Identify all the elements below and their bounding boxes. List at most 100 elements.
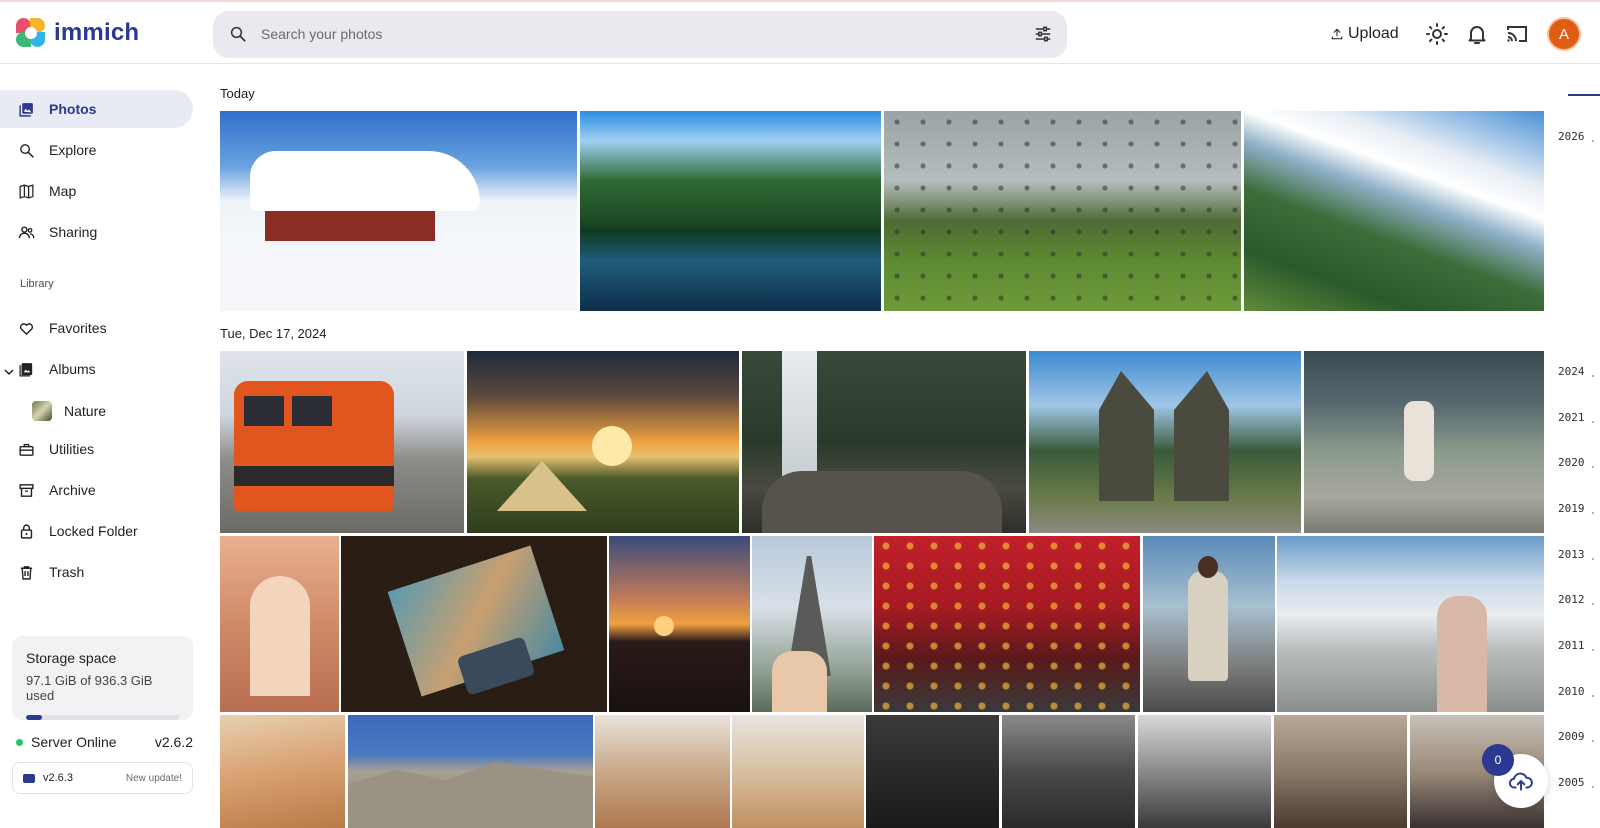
photo-thumbnail[interactable] xyxy=(1277,536,1544,712)
search-input[interactable] xyxy=(261,21,961,47)
sidebar-item-label: Albums xyxy=(49,361,96,377)
sidebar-item-label: Photos xyxy=(49,101,97,117)
photo-thumbnail[interactable] xyxy=(1029,351,1301,533)
cast-icon[interactable] xyxy=(1505,22,1529,46)
sidebar-item-label: Utilities xyxy=(49,441,95,457)
photo-thumbnail[interactable] xyxy=(467,351,739,533)
scrubber-year-2021[interactable]: 2021 xyxy=(1558,411,1585,424)
sidebar-item-locked-folder[interactable]: Locked Folder xyxy=(0,512,193,550)
storage-usage: 97.1 GiB of 936.3 GiB used xyxy=(26,673,153,703)
sidebar-item-archive[interactable]: Archive xyxy=(0,471,193,509)
sharing-icon xyxy=(18,225,35,238)
scrubber-tick xyxy=(1592,512,1594,514)
search-bar[interactable] xyxy=(213,11,1067,58)
library-heading: Library xyxy=(20,278,54,290)
scrubber-tick xyxy=(1592,466,1594,468)
sidebar-item-label: Favorites xyxy=(49,320,107,336)
album-label: Nature xyxy=(64,403,107,419)
date-group-heading[interactable]: Tue, Dec 17, 2024 xyxy=(220,326,326,341)
photo-thumbnail[interactable] xyxy=(874,536,1140,712)
scrubber-year-2019[interactable]: 2019 xyxy=(1558,502,1585,515)
scrubber-year-2012[interactable]: 2012 xyxy=(1558,593,1585,606)
upload-label: Upload xyxy=(1348,25,1399,42)
photo-thumbnail[interactable] xyxy=(1304,351,1544,533)
scrubber-year-2013[interactable]: 2013 xyxy=(1558,548,1585,561)
scrubber-year-2011[interactable]: 2011 xyxy=(1558,639,1585,652)
heart-icon xyxy=(19,322,34,335)
logo-icon xyxy=(16,18,46,48)
photo-thumbnail[interactable] xyxy=(1274,715,1407,828)
sidebar-item-trash[interactable]: Trash xyxy=(0,553,193,591)
scrubber-tick xyxy=(1592,421,1594,423)
status-dot xyxy=(16,738,23,746)
upload-count-badge: 0 xyxy=(1482,744,1514,776)
photo-thumbnail[interactable] xyxy=(752,536,872,712)
server-version: v2.6.2 xyxy=(154,734,193,750)
storage-progress xyxy=(26,715,179,720)
photo-thumbnail[interactable] xyxy=(1138,715,1271,828)
photo-thumbnail[interactable] xyxy=(884,111,1241,311)
cloud-upload-icon xyxy=(1508,772,1533,791)
photo-thumbnail[interactable] xyxy=(341,536,607,712)
photo-thumbnail[interactable] xyxy=(220,111,577,311)
sidebar-item-label: Archive xyxy=(49,482,96,498)
album-icon xyxy=(19,362,33,377)
user-avatar[interactable]: A xyxy=(1547,17,1581,51)
utilities-icon xyxy=(19,443,34,456)
photo-thumbnail[interactable] xyxy=(220,715,345,828)
app-root: immich Upload A Photos Explore Map Shari… xyxy=(0,0,1600,828)
filter-icon[interactable] xyxy=(1033,24,1053,44)
upload-icon xyxy=(1331,28,1343,40)
photo-thumbnail[interactable] xyxy=(866,715,999,828)
storage-card[interactable]: Storage space 97.1 GiB of 936.3 GiB used xyxy=(12,636,193,720)
photo-thumbnail[interactable] xyxy=(1244,111,1544,311)
scrubber-year-2026[interactable]: 2026 xyxy=(1558,130,1585,143)
scrubber-indicator xyxy=(1568,94,1600,96)
photo-thumbnail[interactable] xyxy=(742,351,1026,533)
scrubber-year-2005[interactable]: 2005 xyxy=(1558,776,1585,789)
scrubber-year-2024[interactable]: 2024 xyxy=(1558,365,1585,378)
storage-title: Storage space xyxy=(26,650,117,666)
sidebar-item-map[interactable]: Map xyxy=(0,172,193,210)
trash-icon xyxy=(20,565,33,580)
sidebar-item-label: Trash xyxy=(49,564,85,580)
photo-thumbnail[interactable] xyxy=(732,715,864,828)
scrubber-year-2020[interactable]: 2020 xyxy=(1558,456,1585,469)
scrubber-tick xyxy=(1592,740,1594,742)
scrubber-year-2009[interactable]: 2009 xyxy=(1558,730,1585,743)
search-icon[interactable] xyxy=(229,25,247,43)
scrubber-tick xyxy=(1592,695,1594,697)
sidebar-item-photos[interactable]: Photos xyxy=(0,90,193,128)
scrubber-tick xyxy=(1592,375,1594,377)
storage-progress-fill xyxy=(26,715,42,720)
album-thumbnail xyxy=(32,401,52,421)
photo-thumbnail[interactable] xyxy=(348,715,593,828)
photo-thumbnail[interactable] xyxy=(1002,715,1135,828)
update-notice[interactable]: v2.6.3 New update! xyxy=(12,762,193,794)
date-group-heading[interactable]: Today xyxy=(220,86,255,101)
app-name: immich xyxy=(54,19,140,46)
scrubber-year-2010[interactable]: 2010 xyxy=(1558,685,1585,698)
explore-icon xyxy=(20,143,34,158)
photo-thumbnail[interactable] xyxy=(1143,536,1275,712)
sidebar-item-label: Locked Folder xyxy=(49,523,138,539)
theme-icon[interactable] xyxy=(1425,22,1449,46)
sidebar-item-sharing[interactable]: Sharing xyxy=(0,213,193,251)
photo-thumbnail[interactable] xyxy=(220,536,339,712)
scrubber-tick xyxy=(1592,140,1594,142)
upload-button[interactable]: Upload xyxy=(1330,20,1399,48)
photo-thumbnail[interactable] xyxy=(609,536,750,712)
bell-icon[interactable] xyxy=(1465,22,1489,46)
sidebar-item-albums[interactable]: Albums xyxy=(0,350,193,388)
photo-thumbnail[interactable] xyxy=(220,351,464,533)
sidebar-item-explore[interactable]: Explore xyxy=(0,131,193,169)
logo[interactable]: immich xyxy=(16,16,139,50)
sidebar-item-favorites[interactable]: Favorites xyxy=(0,309,193,347)
photo-thumbnail[interactable] xyxy=(595,715,730,828)
sidebar-item-utilities[interactable]: Utilities xyxy=(0,430,193,468)
timeline-scrubber[interactable] xyxy=(1548,64,1600,828)
album-item-nature[interactable]: Nature xyxy=(32,396,106,426)
update-note: New update! xyxy=(125,772,182,784)
photo-thumbnail[interactable] xyxy=(580,111,881,311)
lock-icon xyxy=(20,523,33,539)
